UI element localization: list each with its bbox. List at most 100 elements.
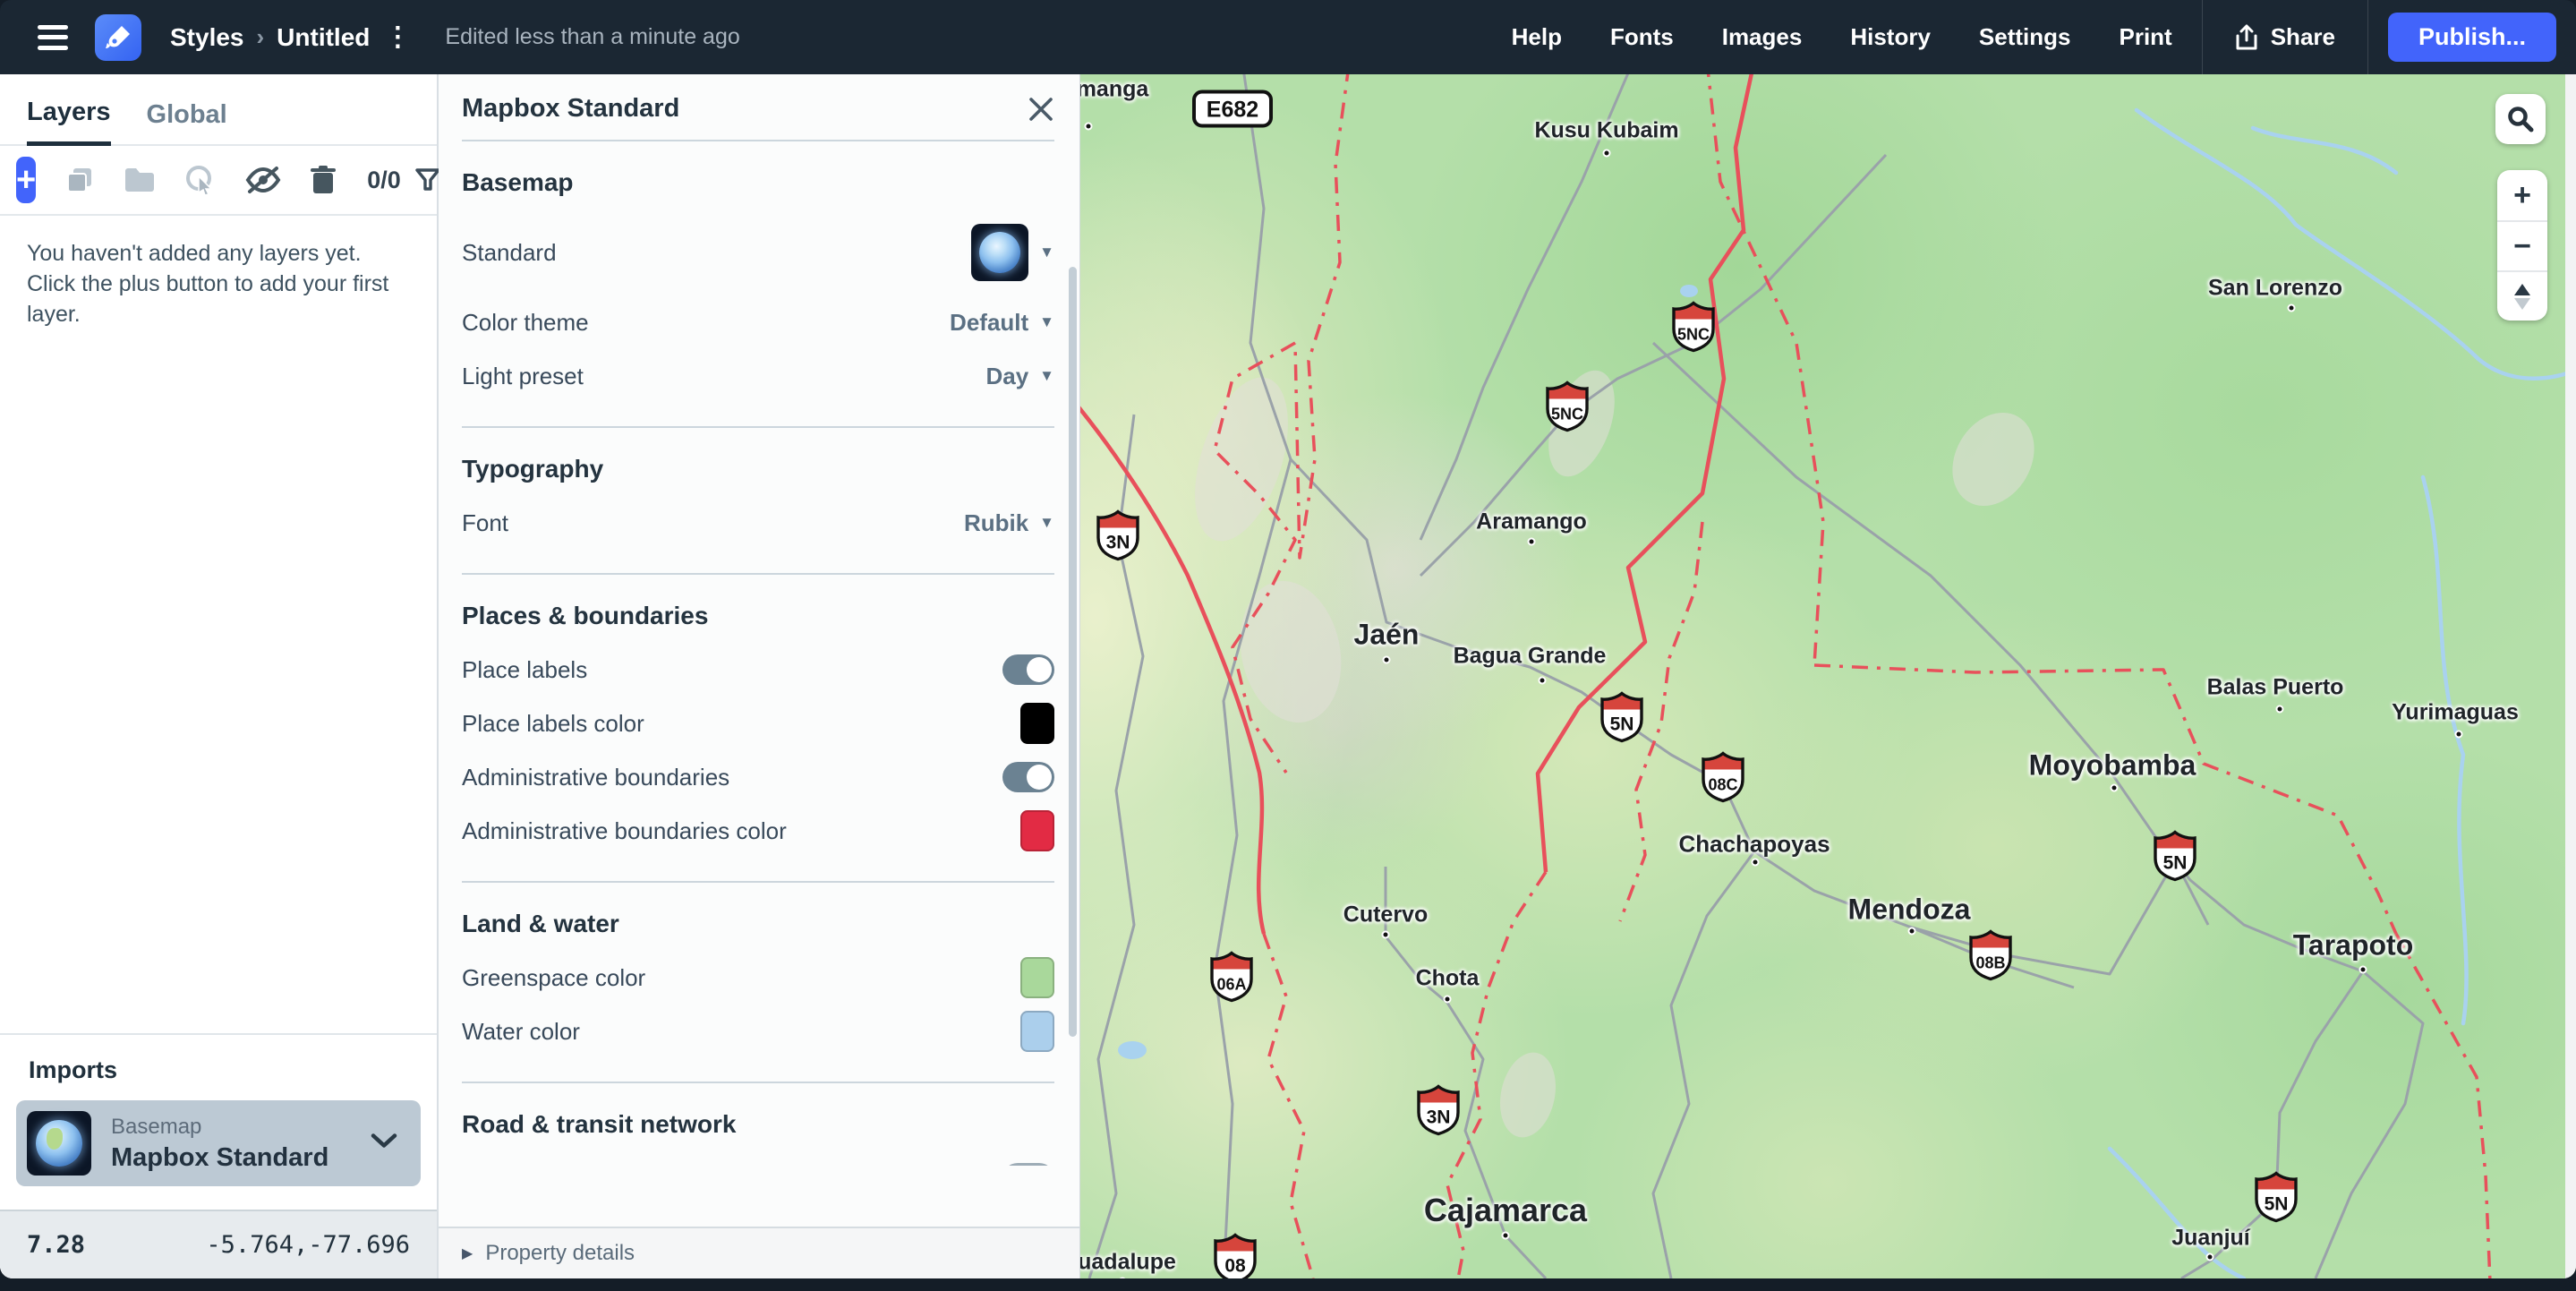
share-button[interactable]: Share	[2235, 23, 2335, 51]
divider	[2202, 0, 2203, 74]
map-place-label: San Lorenzo	[2208, 276, 2342, 302]
basemap-style-thumbnail[interactable]	[971, 224, 1028, 281]
svg-text:5NC: 5NC	[1677, 326, 1710, 344]
layers-empty-state: You haven't added any layers yet. Click …	[0, 216, 437, 353]
place-labels-color-swatch[interactable]	[1020, 703, 1054, 744]
select-features-icon[interactable]	[184, 164, 217, 196]
road-labels-toggle[interactable]	[1002, 1163, 1054, 1166]
style-options-kebab-icon[interactable]: ⋮	[384, 21, 411, 53]
group-folder-icon[interactable]	[124, 167, 156, 193]
chevron-down-icon[interactable]	[371, 1133, 397, 1154]
map-place-label: Moyobamba	[2029, 749, 2196, 782]
light-preset-label: Light preset	[462, 363, 584, 390]
paintbrush-icon	[105, 24, 132, 51]
zoom-in-button[interactable]: +	[2497, 170, 2547, 220]
tab-global[interactable]: Global	[147, 100, 227, 144]
property-details-expander[interactable]: ▶ Property details	[439, 1227, 1079, 1278]
svg-text:E682: E682	[1207, 98, 1258, 123]
row-admin-boundaries-color: Administrative boundaries color	[462, 804, 1054, 858]
highway-shield-icon: 5N	[2152, 830, 2198, 886]
water-color-swatch[interactable]	[1020, 1011, 1054, 1052]
row-place-labels-color: Place labels color	[462, 697, 1054, 750]
nav-fonts[interactable]: Fonts	[1610, 23, 1674, 51]
map-place-label: uadalupe	[1080, 1250, 1176, 1276]
delete-layer-trash-icon[interactable]	[310, 165, 337, 195]
top-bar: Styles › Untitled ⋮ Edited less than a m…	[0, 0, 2576, 74]
map-place-dot	[1502, 1232, 1510, 1240]
map-place-dot	[2276, 705, 2284, 714]
duplicate-layer-icon[interactable]	[64, 165, 95, 195]
map-place-label: Jaén	[1354, 619, 1420, 652]
svg-text:5N: 5N	[1610, 714, 1634, 735]
greenspace-color-label: Greenspace color	[462, 964, 645, 992]
highway-shield-icon: 5N	[1599, 691, 1645, 748]
color-theme-dropdown[interactable]: Default ▼	[950, 309, 1054, 337]
inspector-scrollbar[interactable]	[1069, 267, 1077, 1037]
map-place-dot	[2359, 966, 2367, 974]
light-preset-dropdown[interactable]: Day ▼	[985, 363, 1054, 390]
add-layer-button[interactable]: +	[16, 157, 36, 203]
zoom-out-button[interactable]: −	[2497, 220, 2547, 270]
breadcrumb-section[interactable]: Styles	[170, 23, 244, 52]
property-details-label: Property details	[485, 1241, 635, 1266]
map-place-dot	[1539, 677, 1547, 685]
basemap-style-dropdown[interactable]: ▼	[971, 224, 1054, 281]
map-zoom-controls: + −	[2497, 170, 2547, 321]
imports-heading: Imports	[29, 1056, 421, 1084]
map-place-label: Yurimaguas	[2392, 700, 2519, 726]
svg-text:5N: 5N	[2265, 1194, 2289, 1215]
breadcrumb-style-name[interactable]: Untitled	[277, 23, 370, 52]
nav-print[interactable]: Print	[2119, 23, 2171, 51]
layer-counter: 0/0	[367, 167, 401, 194]
filter-layers-icon[interactable]	[415, 167, 440, 192]
greenspace-color-swatch[interactable]	[1020, 957, 1054, 998]
nav-images[interactable]: Images	[1722, 23, 1803, 51]
map-right-scroll-strip[interactable]	[2565, 74, 2576, 1278]
tab-layers[interactable]: Layers	[27, 98, 111, 146]
row-standard: Standard ▼	[462, 209, 1054, 295]
water-color-label: Water color	[462, 1018, 580, 1046]
inspector-scroll-area[interactable]: Basemap Standard ▼ Color theme Default ▼…	[439, 141, 1079, 1227]
svg-text:5NC: 5NC	[1551, 406, 1583, 423]
expand-arrow-icon: ▶	[462, 1244, 473, 1262]
row-place-labels: Place labels	[462, 643, 1054, 697]
mapbox-studio-logo[interactable]	[95, 14, 141, 61]
highway-shield-icon: 3N	[1095, 509, 1141, 566]
row-light-preset: Light preset Day ▼	[462, 349, 1054, 403]
map-place-label: manga	[1080, 77, 1148, 103]
hide-layer-eye-off-icon[interactable]	[245, 166, 281, 194]
admin-boundaries-color-swatch[interactable]	[1020, 810, 1054, 851]
publish-button[interactable]: Publish...	[2388, 13, 2556, 62]
admin-boundaries-color-label: Administrative boundaries color	[462, 817, 787, 845]
compass-reset-button[interactable]	[2497, 270, 2547, 321]
dropdown-arrow-icon: ▼	[1039, 313, 1054, 331]
inspector-title: Mapbox Standard	[462, 94, 679, 124]
map-place-label: Chota	[1416, 966, 1480, 992]
map-place-dot	[2111, 784, 2119, 792]
svg-text:06A: 06A	[1216, 976, 1246, 994]
svg-text:5N: 5N	[2163, 853, 2188, 874]
admin-boundaries-toggle[interactable]	[1002, 762, 1054, 792]
nav-history[interactable]: History	[1850, 23, 1931, 51]
place-labels-toggle[interactable]	[1002, 654, 1054, 685]
nav-settings[interactable]: Settings	[1979, 23, 2071, 51]
map-place-dot	[1383, 656, 1391, 664]
map-place-label: Bagua Grande	[1454, 644, 1607, 670]
font-dropdown[interactable]: Rubik ▼	[964, 509, 1054, 537]
search-icon	[2507, 106, 2534, 133]
place-labels-label: Place labels	[462, 656, 587, 684]
map-search-button[interactable]	[2495, 94, 2546, 144]
map-place-label: Juanjuí	[2171, 1226, 2250, 1252]
menu-icon[interactable]	[38, 25, 68, 50]
map-place-dot	[1908, 928, 1916, 936]
nav-help[interactable]: Help	[1512, 23, 1562, 51]
import-basemap-card[interactable]: Basemap Mapbox Standard	[16, 1100, 421, 1186]
layers-toolbar: + 0/0	[0, 146, 437, 216]
section-heading-typography: Typography	[462, 455, 1054, 483]
close-icon[interactable]	[1028, 96, 1054, 123]
lake	[1118, 1041, 1147, 1059]
map-canvas[interactable]: mangaKusu KubaimSan LorenzoAramangoJaénB…	[1080, 74, 2576, 1278]
row-color-theme: Color theme Default ▼	[462, 295, 1054, 349]
highway-shield-icon: 08B	[1967, 929, 2014, 986]
sidebar-tabs: Layers Global	[0, 74, 437, 146]
